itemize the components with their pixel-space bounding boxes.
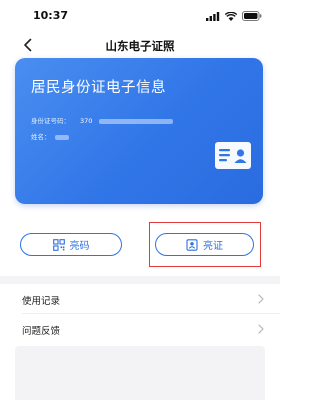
list-item-feedback[interactable]: 问题反馈: [0, 314, 280, 344]
card-title: 居民身份证电子信息: [31, 80, 166, 96]
status-time: 10:37: [33, 9, 69, 22]
id-number-label: 身份证号码：: [31, 117, 70, 125]
page-title: 山东电子证照: [105, 39, 175, 53]
show-qr-label: 亮码: [69, 241, 90, 252]
chevron-right-icon: [258, 294, 264, 304]
section-divider: [0, 276, 280, 284]
bottom-content-area: [15, 346, 265, 400]
id-card-icon: [215, 142, 251, 169]
status-bar: 10:37: [0, 0, 280, 30]
name-label: 姓名：: [31, 133, 51, 141]
id-number-row: 身份证号码： 370: [31, 115, 173, 125]
qr-code-icon: [52, 238, 65, 251]
nav-bar: 山东电子证照: [0, 30, 280, 60]
name-row: 姓名：: [31, 131, 69, 141]
redacted-id-number: [98, 118, 173, 124]
id-number-value: 370: [80, 117, 93, 125]
highlight-box: [149, 222, 261, 267]
list-item-label: 使用记录: [22, 296, 61, 307]
show-qr-button[interactable]: 亮码: [20, 233, 122, 256]
redacted-name: [54, 134, 69, 140]
battery-icon: [242, 11, 262, 21]
id-card[interactable]: 居民身份证电子信息 身份证号码： 370 姓名：: [15, 58, 263, 204]
status-icons: [206, 11, 262, 21]
list-item-usage-records[interactable]: 使用记录: [0, 284, 280, 314]
list-item-label: 问题反馈: [22, 326, 61, 337]
wifi-icon: [225, 11, 237, 21]
chevron-right-icon: [258, 324, 264, 334]
signal-icon: [206, 11, 220, 21]
